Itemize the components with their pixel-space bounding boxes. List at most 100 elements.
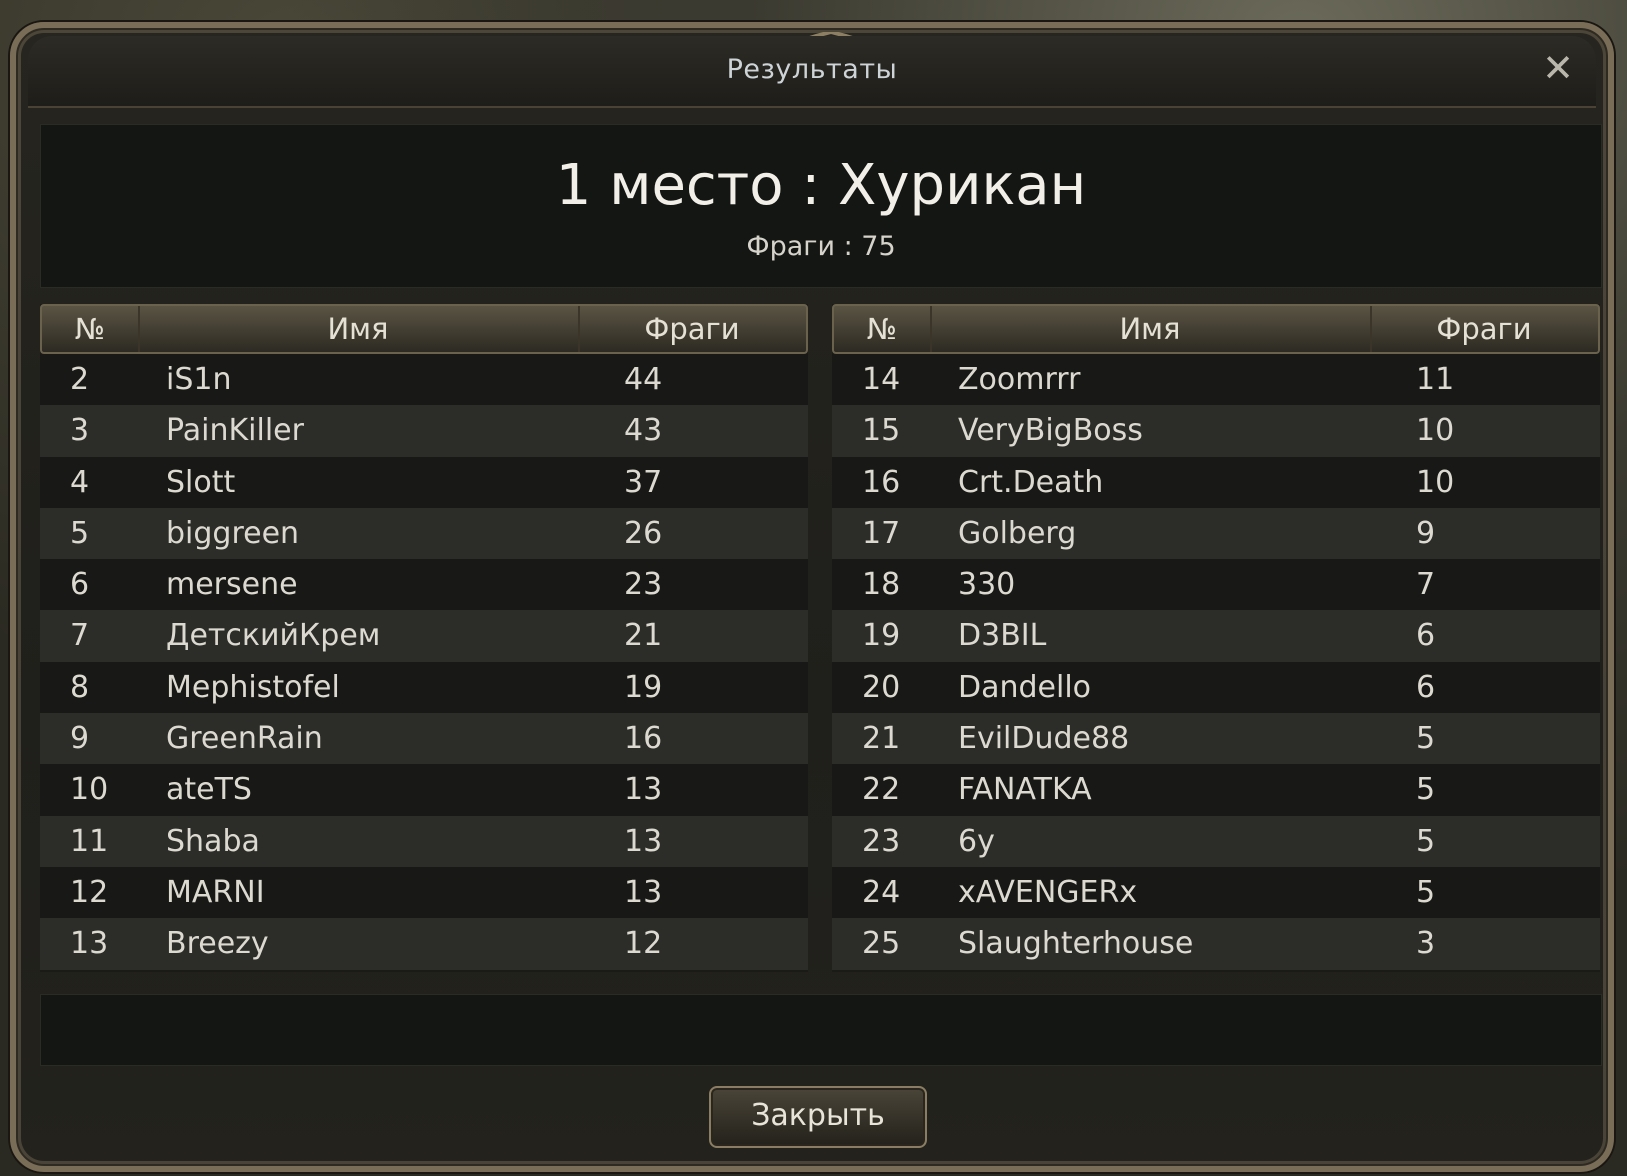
row-number: 11 (70, 823, 109, 859)
table-row: 12 MARNI 13 (40, 866, 808, 919)
player-name: MARNI (166, 874, 265, 910)
table-row: 22 FANATKA 5 (832, 764, 1600, 816)
frag-count: 13 (624, 823, 663, 859)
winner-frags: Фраги : 75 (746, 231, 896, 262)
results-table-right: № Имя Фраги 14 Zoomrrr 11 15 VeryBigBoss 10 16… (832, 304, 1600, 972)
table-row: 11 Shaba 13 (40, 815, 808, 867)
row-number: 3 (70, 413, 90, 449)
table-row: 15 VeryBigBoss 10 (832, 405, 1600, 457)
frag-count: 16 (624, 721, 663, 757)
frag-count: 6 (1416, 618, 1436, 654)
table-row: 8 Mephistofel 19 (40, 661, 808, 714)
row-number: 25 (862, 926, 901, 962)
frag-count: 5 (1416, 772, 1436, 808)
table-row: 24 xAVENGERx 5 (832, 866, 1600, 919)
row-number: 7 (70, 618, 90, 654)
frag-count: 44 (624, 362, 663, 397)
player-name: ДетскийКрем (166, 618, 381, 654)
frag-count: 9 (1416, 515, 1436, 551)
frag-count: 7 (1416, 567, 1436, 603)
frag-count: 13 (624, 772, 663, 808)
table-row: 4 Slott 37 (40, 456, 808, 508)
row-number: 15 (862, 413, 901, 449)
table-row: 19 D3BIL 6 (832, 610, 1600, 662)
frag-count: 37 (624, 464, 663, 500)
close-icon[interactable]: ✕ (1540, 49, 1576, 87)
frag-count: 11 (1416, 362, 1455, 397)
table-row: 10 ateTS 13 (40, 764, 808, 816)
row-number: 13 (70, 926, 109, 962)
close-button[interactable]: Закрыть (709, 1086, 927, 1148)
player-name: GreenRain (166, 721, 323, 757)
row-number: 21 (862, 721, 901, 757)
column-header-name[interactable]: Имя (138, 306, 580, 352)
row-number: 6 (70, 567, 90, 603)
row-number: 9 (70, 721, 90, 757)
table-row: 18 330 7 (832, 559, 1600, 611)
table-row: 6 mersene 23 (40, 559, 808, 611)
player-name: D3BIL (958, 618, 1047, 654)
row-number: 2 (70, 362, 90, 397)
table-body: 14 Zoomrrr 11 15 VeryBigBoss 10 16 Crt.Death 10 1… (832, 354, 1600, 970)
table-row: 9 GreenRain 16 (40, 713, 808, 765)
frag-count: 5 (1416, 823, 1436, 859)
column-header-number[interactable]: № (42, 306, 140, 352)
row-number: 18 (862, 567, 901, 603)
player-name: 6y (958, 823, 995, 859)
player-name: Zoomrrr (958, 362, 1081, 397)
table-body: 2 iS1n 44 3 PainKiller 43 4 Slott 37 5 biggreen 2 6 6… (40, 354, 808, 970)
frag-count: 12 (624, 926, 663, 962)
player-name: 330 (958, 567, 1016, 603)
player-name: biggreen (166, 515, 300, 551)
frag-count: 5 (1416, 721, 1436, 757)
column-header-frags[interactable]: Фраги (578, 306, 806, 352)
row-number: 12 (70, 874, 109, 910)
player-name: EvilDude88 (958, 721, 1130, 757)
row-number: 24 (862, 874, 901, 910)
frag-count: 43 (624, 413, 663, 449)
results-table-left: № Имя Фраги 2 iS1n 44 3 PainKiller 43 4 Slott 37… (40, 304, 808, 972)
player-name: FANATKA (958, 772, 1092, 808)
player-name: Slaughterhouse (958, 926, 1194, 962)
row-number: 19 (862, 618, 901, 654)
frag-count: 6 (1416, 669, 1436, 705)
table-row: 23 6y 5 (832, 815, 1600, 867)
table-row: 20 Dandello 6 (832, 661, 1600, 714)
row-number: 14 (862, 362, 901, 397)
table-row: 16 Crt.Death 10 (832, 456, 1600, 508)
title-bar: Результаты ✕ (28, 36, 1596, 108)
frag-count: 3 (1416, 926, 1436, 962)
table-row: 3 PainKiller 43 (40, 405, 808, 457)
row-number: 20 (862, 669, 901, 705)
row-number: 17 (862, 515, 901, 551)
column-header-frags[interactable]: Фраги (1370, 306, 1598, 352)
table-header: № Имя Фраги (40, 304, 808, 354)
table-row: 7 ДетскийКрем 21 (40, 610, 808, 662)
frag-count: 10 (1416, 413, 1455, 449)
player-name: mersene (166, 567, 298, 603)
player-name: PainKiller (166, 413, 304, 449)
frag-count: 5 (1416, 874, 1436, 910)
player-name: ateTS (166, 772, 252, 808)
player-name: Breezy (166, 926, 269, 962)
player-name: VeryBigBoss (958, 413, 1143, 449)
frag-count: 23 (624, 567, 663, 603)
table-row: 14 Zoomrrr 11 (832, 354, 1600, 406)
row-number: 5 (70, 515, 90, 551)
column-header-number[interactable]: № (834, 306, 932, 352)
player-name: Dandello (958, 669, 1092, 705)
table-row: 13 Breezy 12 (40, 918, 808, 970)
frag-count: 13 (624, 874, 663, 910)
winner-title: 1 место : Хурикан (555, 153, 1087, 218)
winner-panel: 1 место : Хурикан Фраги : 75 (40, 124, 1602, 288)
column-header-name[interactable]: Имя (930, 306, 1372, 352)
table-row: 21 EvilDude88 5 (832, 713, 1600, 765)
row-number: 4 (70, 464, 90, 500)
player-name: Crt.Death (958, 464, 1104, 500)
player-name: Golberg (958, 515, 1077, 551)
table-row: 17 Golberg 9 (832, 507, 1600, 560)
row-number: 16 (862, 464, 901, 500)
row-number: 8 (70, 669, 90, 705)
dialog-title: Результаты (726, 54, 898, 85)
table-row: 2 iS1n 44 (40, 354, 808, 406)
